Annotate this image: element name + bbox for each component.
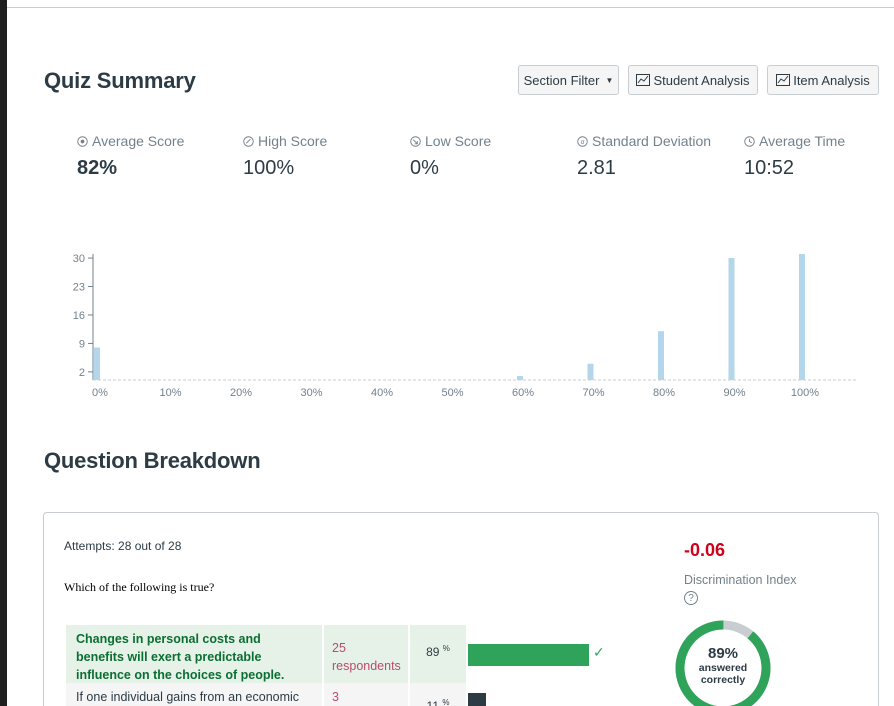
answer-bar (468, 693, 486, 706)
average-icon (77, 135, 88, 147)
answer-percent: 89 % (408, 625, 466, 683)
answer-percent: 11 % (408, 683, 466, 706)
y-tick-label: 2 (79, 367, 85, 379)
deviation-icon: σ (577, 135, 588, 147)
histogram-bar (728, 258, 735, 380)
quiz-statistics-page: Quiz Summary Section Filter ▼ Student An… (7, 8, 894, 706)
stat-average-time: Average Time 10:52 (744, 133, 845, 180)
stat-label: Low Score (425, 133, 492, 149)
page-title: Quiz Summary (44, 68, 196, 93)
item-analysis-label: Item Analysis (793, 72, 870, 88)
stat-high-score: High Score 100% (243, 133, 327, 180)
answer-text: Changes in personal costs and benefits w… (76, 632, 285, 682)
report-icon (636, 74, 651, 86)
stat-label: Average Time (759, 133, 846, 149)
x-tick-label: 30% (300, 387, 322, 399)
stat-label: Standard Deviation (592, 133, 712, 149)
report-icon (776, 74, 791, 86)
stat-low-score: Low Score 0% (410, 133, 491, 180)
answer-row: If one individual gains from an economic… (66, 683, 408, 706)
histogram-bar (517, 375, 523, 380)
caret-down-icon: ▼ (605, 75, 614, 85)
x-tick-label: 80% (653, 387, 675, 399)
answer-text: If one individual gains from an economic… (76, 690, 300, 704)
question-text: Which of the following is true? (64, 580, 215, 594)
stat-value: 82% (77, 157, 118, 179)
stat-value: 2.81 (577, 157, 616, 179)
svg-text:σ: σ (580, 137, 584, 145)
answered-line-1: answered (698, 662, 748, 674)
histogram-bar (799, 254, 805, 380)
x-tick-label: 10% (159, 387, 181, 399)
stat-label: Average Score (92, 133, 185, 149)
answer-respondents[interactable]: 25 respondents (322, 625, 408, 689)
clock-icon (744, 135, 755, 147)
window-edge (0, 0, 7, 706)
answered-line-2: correctly (700, 674, 746, 686)
x-tick-label: 90% (723, 387, 745, 399)
x-tick-label: 100% (791, 387, 819, 399)
student-analysis-label: Student Analysis (653, 72, 750, 88)
score-distribution-chart: 302316920% 10% 20% 30% 40% 50% 60% 70% 80% 90% 100… (73, 253, 857, 399)
x-tick-label: 20% (230, 387, 252, 399)
stat-standard-deviation: σ Standard Deviation 2.81 (577, 133, 711, 180)
y-tick-label: 9 (79, 338, 85, 350)
discrimination-index-label: Discrimination Index (684, 573, 797, 587)
question-panel: Attempts: 28 out of 28 Which of the foll… (43, 512, 879, 706)
low-score-icon (410, 135, 421, 147)
donut-label: 89% answered correctly (674, 645, 772, 686)
x-tick-label: 50% (441, 387, 463, 399)
stat-label: High Score (258, 133, 328, 149)
question-breakdown-title: Question Breakdown (44, 448, 261, 473)
section-filter-button[interactable]: Section Filter ▼ (518, 65, 619, 95)
answered-percent: 89% (707, 645, 739, 662)
correct-check-icon: ✓ (593, 644, 605, 660)
high-score-icon (243, 135, 254, 147)
stat-value: 0% (410, 157, 439, 179)
x-tick-label: 70% (582, 387, 604, 399)
y-tick-label: 23 (73, 282, 85, 294)
answer-bar (468, 644, 589, 666)
help-icon[interactable]: ? (684, 591, 698, 605)
attempts-count: Attempts: 28 out of 28 (64, 539, 182, 553)
x-tick-label: 60% (512, 387, 534, 399)
answer-row-correct: Changes in personal costs and benefits w… (66, 625, 408, 689)
discrimination-index-value: -0.06 (684, 540, 726, 560)
item-analysis-button[interactable]: Item Analysis (767, 65, 879, 95)
histogram-bar (587, 363, 594, 380)
x-tick-label: 40% (371, 387, 393, 399)
histogram-bar (94, 347, 100, 380)
stat-value: 100% (243, 157, 295, 179)
student-analysis-button[interactable]: Student Analysis (628, 65, 758, 95)
histogram-bar (658, 331, 664, 380)
answer-respondents[interactable]: 3 respondents (322, 683, 408, 706)
y-tick-label: 30 (73, 253, 85, 265)
section-filter-label: Section Filter (523, 72, 600, 88)
stat-average-score: Average Score 82% (77, 133, 184, 180)
stat-value: 10:52 (744, 157, 795, 179)
x-tick-label: 0% (92, 387, 108, 399)
y-tick-label: 16 (73, 310, 85, 322)
